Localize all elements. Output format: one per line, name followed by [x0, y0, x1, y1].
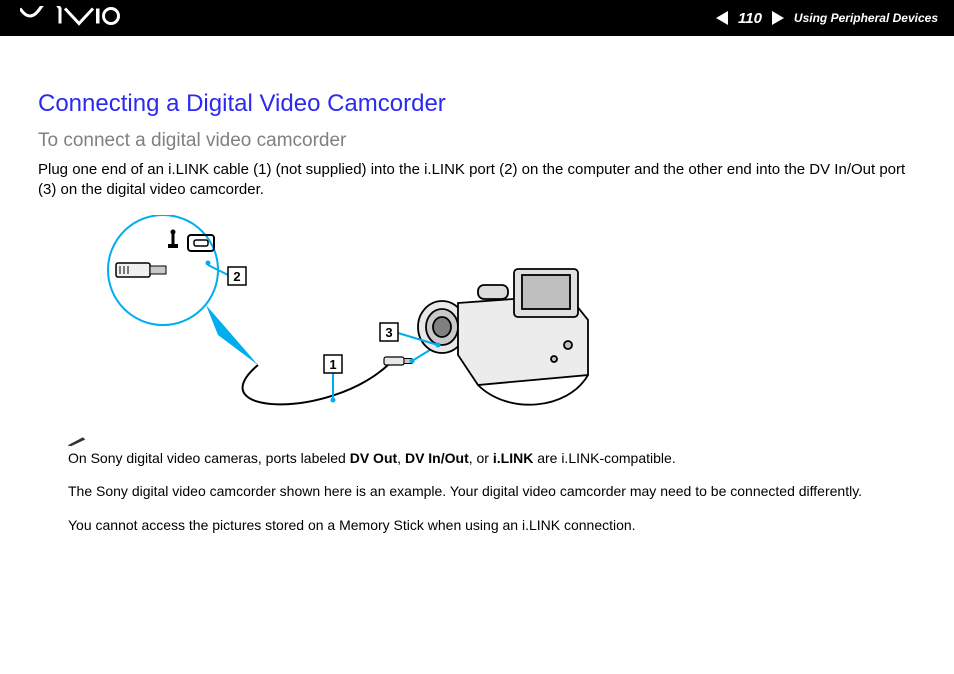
- vaio-logo: [20, 6, 120, 31]
- prev-page-arrow-icon[interactable]: [716, 11, 728, 25]
- note-1-text: On Sony digital video cameras, ports lab…: [68, 450, 350, 466]
- note-pencil-icon: [68, 434, 86, 450]
- section-title: Using Peripheral Devices: [794, 11, 938, 25]
- page-subtitle: To connect a digital video camcorder: [38, 130, 916, 152]
- note-3: You cannot access the pictures stored on…: [68, 517, 916, 535]
- callout-1: 1: [329, 357, 336, 372]
- header-nav: 110 Using Peripheral Devices: [716, 10, 938, 27]
- note-1-bold-2: DV In/Out: [405, 450, 469, 466]
- intro-paragraph: Plug one end of an i.LINK cable (1) (not…: [38, 160, 916, 201]
- callout-3: 3: [385, 325, 392, 340]
- page-title: Connecting a Digital Video Camcorder: [38, 90, 916, 118]
- connection-diagram: 2 1 3: [68, 215, 916, 420]
- note-1-bold-1: DV Out: [350, 450, 397, 466]
- page-number: 110: [738, 10, 762, 27]
- next-page-arrow-icon[interactable]: [772, 11, 784, 25]
- callout-2: 2: [233, 269, 240, 284]
- header-bar: 110 Using Peripheral Devices: [0, 0, 954, 36]
- note-2: The Sony digital video camcorder shown h…: [68, 483, 916, 501]
- notes-section: On Sony digital video cameras, ports lab…: [68, 434, 916, 535]
- page-content: Connecting a Digital Video Camcorder To …: [0, 36, 954, 570]
- note-1: On Sony digital video cameras, ports lab…: [68, 450, 916, 468]
- note-1-bold-3: i.LINK: [493, 450, 533, 466]
